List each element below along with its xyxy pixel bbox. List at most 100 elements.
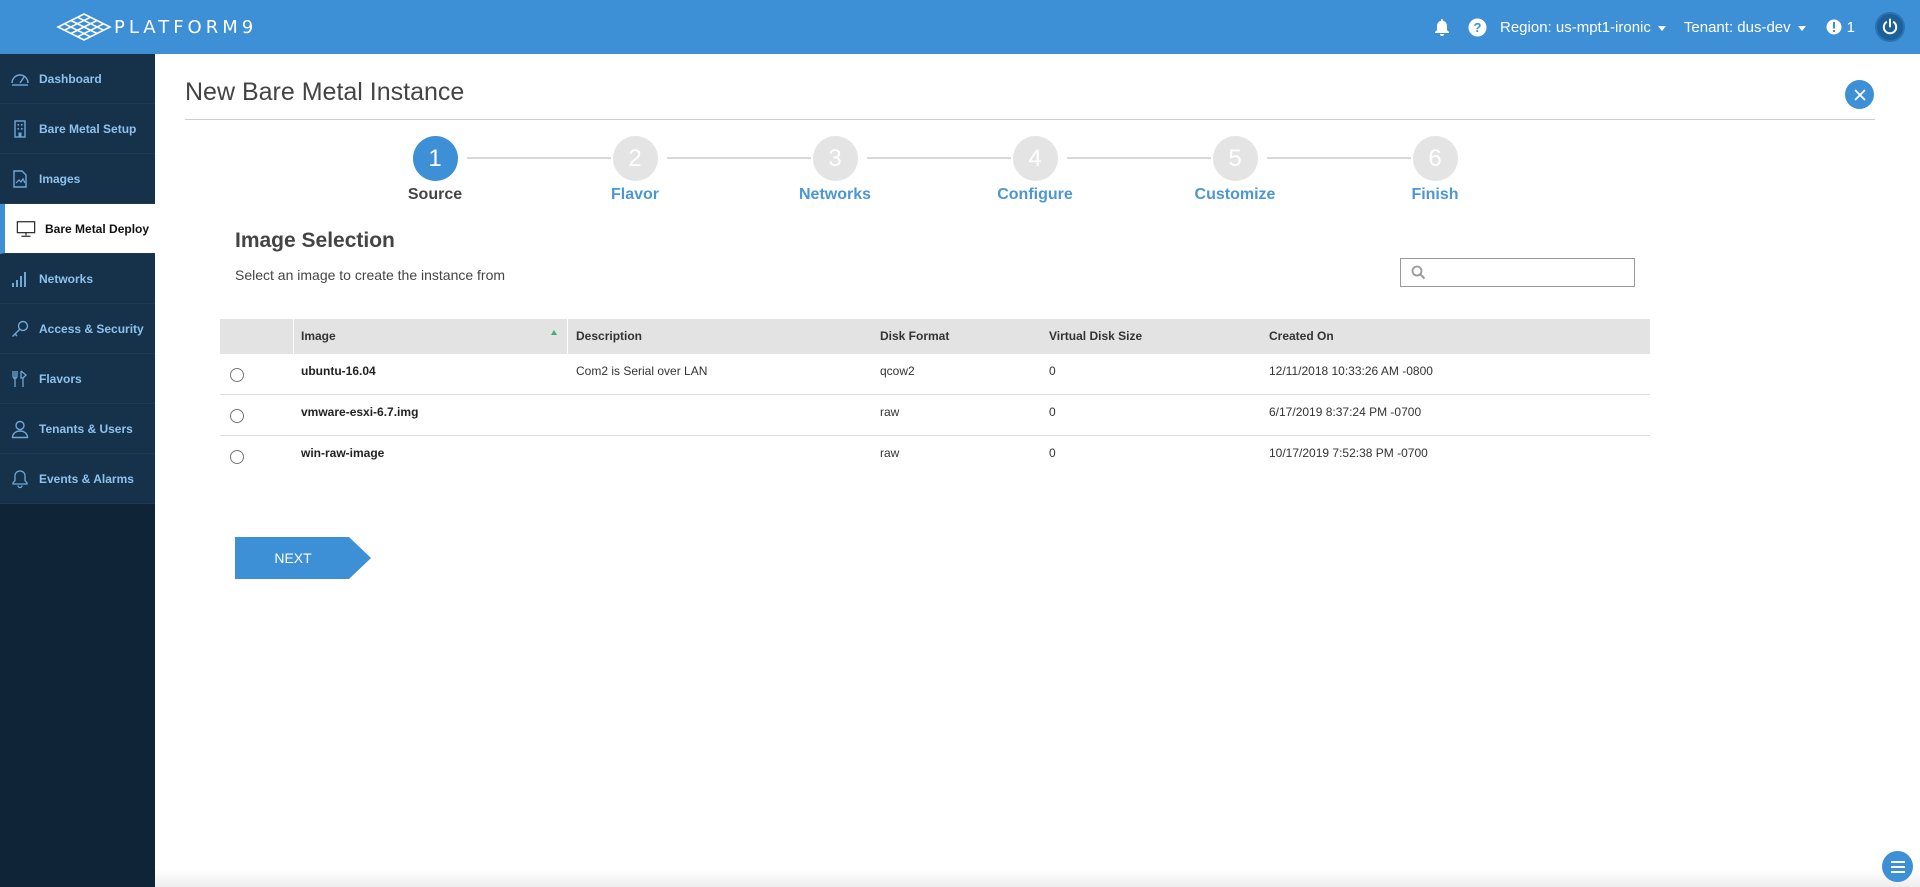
virtual-disk-size: 0 [1049, 405, 1056, 419]
column-divider [293, 319, 294, 354]
tenant-label: Tenant: dus-dev [1683, 18, 1791, 36]
column-header-description[interactable]: Description [576, 319, 642, 354]
monitor-icon [16, 219, 36, 239]
title-divider [185, 119, 1875, 120]
chevron-down-icon [1797, 25, 1806, 31]
sidebar-item-networks[interactable]: Networks [0, 254, 155, 304]
step-label: Source [407, 186, 463, 203]
step-label: Finish [1411, 186, 1459, 203]
footer-shadow [155, 870, 1920, 887]
signal-bars-icon [10, 269, 30, 289]
help-icon[interactable]: ? [1466, 16, 1488, 38]
step-label: Networks [798, 186, 872, 203]
image-name: win-raw-image [301, 446, 385, 460]
sidebar-item-dashboard[interactable]: Dashboard [0, 54, 155, 104]
page-title: New Bare Metal Instance [185, 78, 465, 106]
sidebar-item-bare-metal-deploy[interactable]: Bare Metal Deploy [0, 204, 155, 254]
column-header-image[interactable]: Image [301, 319, 336, 354]
key-icon [10, 319, 30, 339]
sidebar-item-label: Dashboard [39, 71, 102, 86]
sidebar-item-label: Access & Security [39, 321, 144, 336]
sidebar-item-label: Flavors [39, 371, 82, 386]
sidebar-item-label: Events & Alarms [39, 471, 134, 486]
wizard-stepper: 1 Source 2 Flavor 3 Networks 4 Configure… [0, 136, 1920, 206]
step-label: Flavor [610, 186, 659, 203]
created-on: 6/17/2019 8:37:24 PM -0700 [1269, 405, 1422, 419]
row-select-radio[interactable] [230, 409, 244, 423]
alerts-indicator[interactable]: 1 [1826, 19, 1855, 36]
bell-icon [10, 469, 30, 489]
column-header-disk-format[interactable]: Disk Format [880, 319, 949, 354]
user-icon [10, 419, 30, 439]
top-bar: PLATFORM9 ? Region: us-mpt1-ironic Tenan… [0, 0, 1920, 54]
disk-format: raw [880, 446, 900, 460]
bell-icon[interactable] [1431, 16, 1453, 38]
next-button[interactable]: NEXT [235, 537, 371, 579]
created-on: 12/11/2018 10:33:26 AM -0800 [1269, 364, 1433, 378]
region-dropdown[interactable]: Region: us-mpt1-ironic [1500, 19, 1666, 36]
flavors-icon [10, 369, 30, 389]
sidebar-item-access-security[interactable]: Access & Security [0, 304, 155, 354]
step-number: 5 [1212, 136, 1258, 181]
next-button-label: NEXT [274, 550, 312, 566]
wizard-step-customize[interactable]: 5 Customize [1175, 136, 1295, 204]
sidebar-item-tenants-users[interactable]: Tenants & Users [0, 404, 155, 454]
step-number: 3 [812, 136, 858, 181]
brand-name: PLATFORM9 [114, 16, 258, 38]
step-label: Customize [1194, 186, 1276, 203]
created-on: 10/17/2019 7:52:38 PM -0700 [1269, 446, 1428, 460]
table-row[interactable]: vmware-esxi-6.7.img raw 0 6/17/2019 8:37… [220, 395, 1650, 436]
alert-count: 1 [1846, 18, 1855, 36]
sidebar-item-label: Bare Metal Setup [39, 121, 137, 136]
step-label: Configure [997, 186, 1073, 203]
wizard-step-flavor[interactable]: 2 Flavor [575, 136, 695, 204]
image-description: Com2 is Serial over LAN [576, 364, 708, 378]
menu-icon [1890, 860, 1905, 873]
wizard-step-networks[interactable]: 3 Networks [775, 136, 895, 204]
search-field[interactable] [1400, 258, 1635, 287]
search-icon [1411, 265, 1426, 280]
virtual-disk-size: 0 [1049, 364, 1056, 378]
close-button[interactable] [1845, 80, 1874, 109]
sidebar-item-events-alarms[interactable]: Events & Alarms [0, 454, 155, 504]
wizard-step-finish[interactable]: 6 Finish [1375, 136, 1495, 204]
image-name: ubuntu-16.04 [301, 364, 376, 378]
sidebar-item-label: Networks [39, 271, 94, 286]
sidebar-item-label: Bare Metal Deploy [45, 221, 150, 236]
step-number: 4 [1012, 136, 1058, 181]
section-subtitle: Select an image to create the instance f… [235, 267, 506, 283]
section-title: Image Selection [235, 229, 395, 252]
sidebar-item-label: Tenants & Users [39, 421, 133, 436]
table-row[interactable]: win-raw-image raw 0 10/17/2019 7:52:38 P… [220, 436, 1650, 477]
logo-mark-icon [56, 13, 112, 41]
menu-fab-button[interactable] [1882, 851, 1913, 882]
close-icon [1853, 88, 1866, 101]
image-name: vmware-esxi-6.7.img [301, 405, 419, 419]
search-input[interactable] [1431, 261, 1629, 284]
column-header-virtual-disk-size[interactable]: Virtual Disk Size [1049, 319, 1142, 354]
row-select-radio[interactable] [230, 450, 244, 464]
wizard-step-source[interactable]: 1 Source [375, 136, 495, 204]
wizard-step-configure[interactable]: 4 Configure [975, 136, 1095, 204]
alert-icon [1826, 19, 1842, 35]
disk-format: qcow2 [880, 364, 915, 378]
virtual-disk-size: 0 [1049, 446, 1056, 460]
top-bar-actions: ? Region: us-mpt1-ironic Tenant: dus-dev… [1431, 0, 1920, 54]
disk-format: raw [880, 405, 900, 419]
chevron-down-icon [1657, 25, 1666, 31]
svg-text:?: ? [1473, 20, 1481, 35]
sidebar-item-flavors[interactable]: Flavors [0, 354, 155, 404]
step-number: 6 [1412, 136, 1458, 181]
step-number: 1 [412, 136, 458, 181]
sort-ascending-icon[interactable] [551, 330, 557, 335]
row-select-radio[interactable] [230, 368, 244, 382]
power-icon[interactable] [1875, 12, 1905, 42]
images-table: Image Description Disk Format Virtual Di… [220, 319, 1650, 477]
column-header-created-on[interactable]: Created On [1269, 319, 1334, 354]
tenant-dropdown[interactable]: Tenant: dus-dev [1684, 19, 1806, 36]
column-divider [567, 319, 568, 354]
table-row[interactable]: ubuntu-16.04 Com2 is Serial over LAN qco… [220, 354, 1650, 395]
region-label: Region: us-mpt1-ironic [1500, 18, 1651, 36]
platform9-logo[interactable]: PLATFORM9 [56, 12, 257, 42]
dashboard-icon [10, 69, 30, 89]
